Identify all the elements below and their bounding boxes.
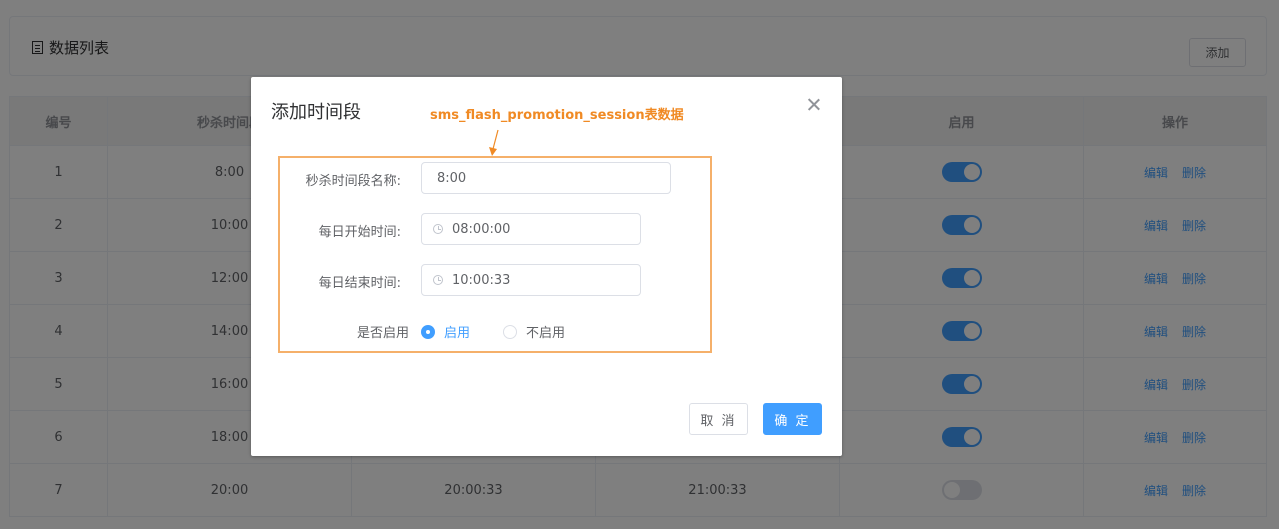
- add-time-slot-dialog: 添加时间段 sms_flash_promotion_session表数据 秒杀时…: [251, 77, 842, 456]
- close-icon[interactable]: [807, 97, 821, 111]
- end-time-label: 每日结束时间:: [318, 276, 401, 291]
- enable-radio[interactable]: 启用: [421, 322, 470, 341]
- enable-radio-label: 启用: [444, 326, 471, 341]
- name-label: 秒杀时间段名称:: [305, 174, 401, 189]
- clock-icon: [433, 275, 443, 285]
- start-time-picker[interactable]: 08:00:00: [421, 213, 641, 245]
- status-label: 是否启用: [356, 326, 409, 341]
- page: 数据列表 添加 编号 秒杀时间段 启用 操作 18:00编辑删除210:00编辑…: [0, 0, 1279, 529]
- disable-radio[interactable]: 不启用: [503, 322, 565, 341]
- radio-unchecked-icon: [503, 324, 517, 339]
- start-time-value: 08:00:00: [452, 221, 511, 237]
- dialog-title: 添加时间段: [271, 102, 361, 123]
- annotation-arrow-icon: [489, 129, 499, 156]
- confirm-button[interactable]: 确 定: [763, 403, 822, 435]
- end-time-value: 10:00:33: [452, 272, 511, 288]
- session-name-value: 8:00: [437, 170, 467, 186]
- radio-checked-icon: [421, 324, 435, 339]
- start-time-label: 每日开始时间:: [318, 225, 401, 240]
- cancel-button[interactable]: 取 消: [689, 403, 748, 435]
- end-time-picker[interactable]: 10:00:33: [421, 264, 641, 296]
- session-name-input[interactable]: 8:00: [421, 162, 671, 194]
- annotation-label: sms_flash_promotion_session表数据: [430, 108, 684, 123]
- clock-icon: [433, 224, 443, 234]
- disable-radio-label: 不启用: [526, 326, 566, 341]
